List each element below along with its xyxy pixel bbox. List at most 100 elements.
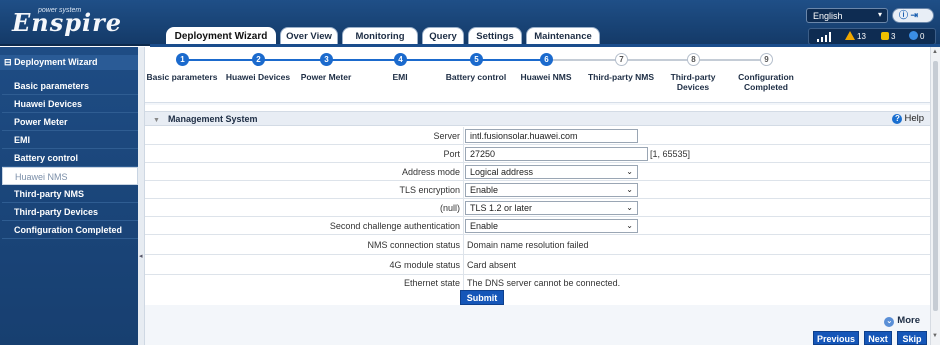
port-range: [1, 65535] bbox=[650, 149, 691, 159]
more-toggle[interactable]: ⌄ More bbox=[884, 315, 920, 327]
server-label: Server bbox=[433, 131, 460, 141]
address-mode-label: Address mode bbox=[401, 167, 460, 177]
wizard-steps: 1 2 3 4 5 6 7 8 9 Basic parameters Huawe… bbox=[145, 47, 930, 103]
row-separator bbox=[463, 181, 464, 199]
form-row-second-auth: Second challenge authentication Enable ⌄ bbox=[145, 217, 930, 235]
panel-title: Management System bbox=[167, 114, 258, 124]
help-icon: ? bbox=[892, 114, 903, 124]
sidebar-item-battery-control[interactable]: Battery control bbox=[2, 149, 138, 167]
step-4-marker: 4 bbox=[394, 53, 407, 66]
scrollbar-thumb[interactable] bbox=[933, 61, 938, 311]
submit-button[interactable]: Submit bbox=[460, 290, 504, 305]
row-separator bbox=[463, 127, 464, 145]
ethernet-value: The DNS server cannot be connected. bbox=[467, 278, 621, 288]
tls-version-select[interactable]: TLS 1.2 or later ⌄ bbox=[465, 201, 638, 215]
warning-icon bbox=[845, 31, 855, 40]
language-select[interactable]: English ▾ bbox=[806, 8, 888, 23]
address-mode-select[interactable]: Logical address ⌄ bbox=[465, 165, 638, 179]
nms-status-label: NMS connection status bbox=[367, 240, 460, 250]
server-input[interactable]: intl.fusionsolar.huawei.com bbox=[465, 129, 638, 143]
tls-select[interactable]: Enable ⌄ bbox=[465, 183, 638, 197]
sidebar-item-huawei-devices[interactable]: Huawei Devices bbox=[2, 95, 138, 113]
form-row-tls: TLS encryption Enable ⌄ bbox=[145, 181, 930, 199]
info-alarm[interactable]: 0 bbox=[907, 31, 924, 43]
minor-alarm-count: 3 bbox=[891, 32, 896, 41]
logout-icon[interactable]: ⇥ bbox=[911, 10, 919, 20]
tls-version-value: TLS 1.2 or later bbox=[470, 203, 533, 213]
minor-alarm[interactable]: 3 bbox=[879, 31, 895, 43]
next-button[interactable]: Next bbox=[864, 331, 892, 345]
nms-status-value: Domain name resolution failed bbox=[467, 240, 589, 250]
second-auth-label: Second challenge authentication bbox=[329, 221, 460, 231]
chevron-down-circle-icon: ⌄ bbox=[884, 317, 895, 327]
panel-title-bar[interactable]: ▼ Management System ? Help bbox=[145, 111, 930, 126]
step-5-marker: 5 bbox=[470, 53, 483, 66]
form-row-address-mode: Address mode Logical address ⌄ bbox=[145, 163, 930, 181]
skip-button[interactable]: Skip bbox=[897, 331, 927, 345]
sidebar-item-configuration-completed[interactable]: Configuration Completed bbox=[2, 221, 138, 239]
form-row-null: (null) TLS 1.2 or later ⌄ bbox=[145, 199, 930, 217]
scroll-down-icon[interactable]: ▼ bbox=[932, 333, 938, 339]
minor-alarm-icon bbox=[881, 32, 889, 40]
collapse-triangle-icon[interactable]: ▼ bbox=[153, 117, 160, 124]
main-content: 1 2 3 4 5 6 7 8 9 Basic parameters Huawe… bbox=[145, 47, 930, 345]
sidebar-title-text: Deployment Wizard bbox=[14, 57, 98, 67]
step-2-marker: 2 bbox=[252, 53, 265, 66]
step-9-marker: 9 bbox=[760, 53, 773, 66]
sidebar-item-power-meter[interactable]: Power Meter bbox=[2, 113, 138, 131]
language-label: English bbox=[813, 11, 843, 21]
step-8-marker: 8 bbox=[687, 53, 700, 66]
alarm-bar[interactable]: 13 3 0 bbox=[808, 28, 936, 45]
row-separator bbox=[463, 163, 464, 181]
info-logout-group[interactable]: ⓘ ⇥ bbox=[892, 8, 934, 23]
port-label: Port bbox=[443, 149, 460, 159]
chevron-down-icon: ⌄ bbox=[626, 185, 633, 194]
logo-text: Enspire bbox=[12, 8, 123, 37]
null-label: (null) bbox=[439, 203, 460, 213]
sidebar-item-third-party-nms[interactable]: Third-party NMS bbox=[2, 185, 138, 203]
help-label: Help bbox=[904, 113, 924, 124]
step-8-label[interactable]: Third-party Devices bbox=[661, 72, 725, 92]
sidebar: ⊟ Deployment Wizard Basic parameters Hua… bbox=[0, 47, 138, 345]
step-3-marker: 3 bbox=[320, 53, 333, 66]
row-separator bbox=[463, 145, 464, 163]
step-7-marker: 7 bbox=[615, 53, 628, 66]
tls-label: TLS encryption bbox=[399, 185, 460, 195]
step-9-label[interactable]: Configuration Completed bbox=[730, 72, 802, 92]
form-row-4g-module: 4G module status Card absent bbox=[145, 255, 930, 275]
help-link[interactable]: ? Help bbox=[892, 112, 924, 126]
scroll-up-icon[interactable]: ▲ bbox=[932, 49, 938, 55]
management-system-panel: ▼ Management System ? Help Server intl.fus… bbox=[145, 105, 930, 305]
row-separator bbox=[463, 199, 464, 217]
previous-button[interactable]: Previous bbox=[813, 331, 859, 345]
tls-value: Enable bbox=[470, 185, 499, 195]
form-row-port: Port 27250 [1, 65535] bbox=[145, 145, 930, 163]
sidebar-item-basic-parameters[interactable]: Basic parameters bbox=[2, 77, 138, 95]
second-auth-select[interactable]: Enable ⌄ bbox=[465, 219, 638, 233]
row-separator bbox=[463, 217, 464, 235]
chevron-down-icon: ⌄ bbox=[626, 203, 633, 212]
form-row-server: Server intl.fusionsolar.huawei.com bbox=[145, 127, 930, 145]
sidebar-item-huawei-nms[interactable]: Huawei NMS bbox=[2, 167, 138, 185]
major-alarm[interactable]: 13 bbox=[843, 31, 866, 43]
second-auth-value: Enable bbox=[470, 221, 499, 231]
major-alarm-count: 13 bbox=[857, 32, 866, 41]
sidebar-title[interactable]: ⊟ Deployment Wizard bbox=[0, 55, 138, 70]
sidebar-splitter[interactable]: ◂ bbox=[138, 47, 145, 345]
more-label: More bbox=[897, 315, 920, 326]
info-icon[interactable]: ⓘ bbox=[899, 10, 908, 20]
collapse-arrow-icon[interactable]: ◂ bbox=[139, 252, 143, 260]
4g-module-label: 4G module status bbox=[389, 260, 460, 270]
signal-icon bbox=[817, 32, 831, 42]
sidebar-item-emi[interactable]: EMI bbox=[2, 131, 138, 149]
vertical-scrollbar[interactable]: ▲ ▼ bbox=[930, 47, 940, 345]
enspire-logo: power system Enspire bbox=[8, 5, 134, 41]
form-row-nms-status: NMS connection status Domain name resolu… bbox=[145, 235, 930, 255]
progress-line-pending bbox=[552, 59, 767, 61]
row-separator bbox=[463, 235, 464, 255]
form-row-ethernet: Ethernet state The DNS server cannot be … bbox=[145, 275, 930, 292]
sidebar-item-third-party-devices[interactable]: Third-party Devices bbox=[2, 203, 138, 221]
step-7-label[interactable]: Third-party NMS bbox=[576, 72, 666, 82]
step-1-marker: 1 bbox=[176, 53, 189, 66]
port-input[interactable]: 27250 bbox=[465, 147, 648, 161]
